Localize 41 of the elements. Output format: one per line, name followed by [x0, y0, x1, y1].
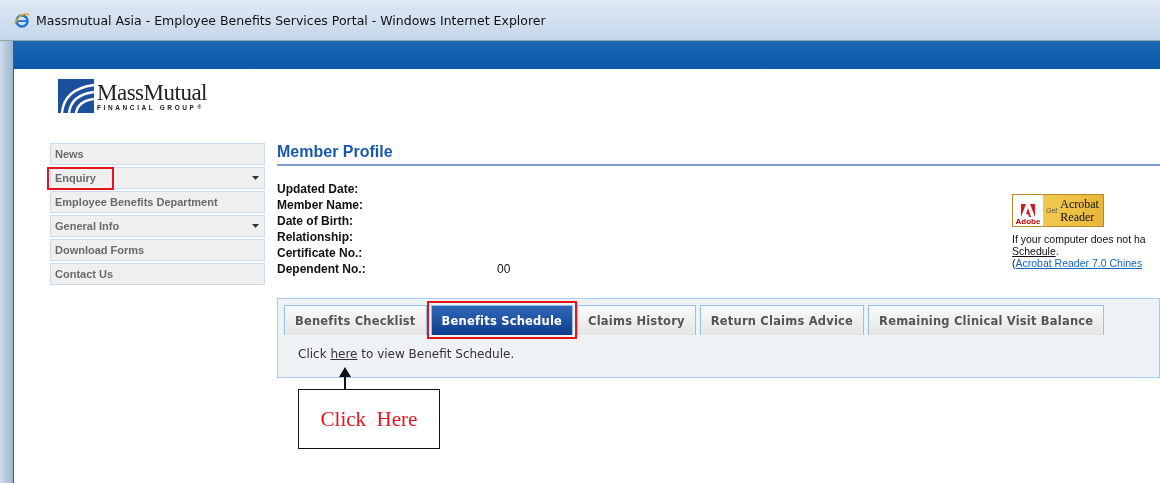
sidebar-label: Enquiry: [55, 172, 96, 184]
instruction-text: Click here to view Benefit Schedule.: [297, 346, 516, 361]
sidebar-label: News: [55, 148, 84, 160]
sidebar-label: Download Forms: [55, 244, 145, 256]
period-text: .: [1055, 245, 1059, 257]
sidebar-item[interactable]: Employee Benefits Department: [50, 191, 265, 213]
tab[interactable]: Benefits Checklist: [284, 305, 427, 335]
badge-brand: Adobe: [1015, 217, 1041, 226]
page-heading: Member Profile: [277, 143, 1160, 166]
sidebar-item[interactable]: Contact Us: [50, 263, 265, 285]
here-link[interactable]: here: [330, 347, 358, 361]
sidebar-item[interactable]: Download Forms: [50, 239, 265, 261]
window-title: Massmutual Asia - Employee Benefits Services Portal - Windows Internet Explorer: [36, 12, 546, 28]
sidebar-label: General Info: [55, 220, 120, 232]
sidebar-item[interactable]: Enquiry: [50, 167, 265, 189]
badge-title: Acrobat: [1060, 197, 1099, 211]
arrow-icon: [338, 367, 352, 389]
download-link[interactable]: Acrobat Reader 7.0 Chines: [1015, 257, 1143, 269]
callout-box: Click Here: [298, 389, 440, 449]
tab[interactable]: Claims History: [577, 305, 696, 335]
field-label: Member Name:: [277, 198, 365, 212]
tab[interactable]: Return Claims Advice: [699, 305, 865, 335]
field-label: Relationship:: [277, 230, 354, 244]
field-label: Date of Birth:: [277, 214, 354, 228]
paren-text: (: [1012, 257, 1016, 269]
sidebar-label: Employee Benefits Department: [55, 196, 218, 208]
sidebar-item[interactable]: News: [50, 143, 265, 165]
field-label: Dependent No.:: [277, 262, 367, 276]
field-label: Updated Date:: [277, 182, 360, 196]
schedule-link[interactable]: Schedule: [1012, 245, 1056, 257]
browser-icon: [14, 12, 30, 28]
sidebar-item[interactable]: General Info: [50, 215, 265, 237]
field-label: Certificate No.:: [277, 246, 364, 260]
logo-wordmark: MassMutual: [97, 81, 207, 104]
badge-subtitle: Reader: [1060, 210, 1096, 224]
sidebar-label: Contact Us: [55, 268, 114, 280]
adobe-icon: [1021, 204, 1035, 217]
acrobat-note: If your computer does not ha: [1012, 233, 1146, 245]
logo-icon: [58, 79, 94, 113]
field-value: 00: [497, 262, 511, 276]
tab[interactable]: Remaining Clinical Visit Balance: [868, 305, 1105, 335]
